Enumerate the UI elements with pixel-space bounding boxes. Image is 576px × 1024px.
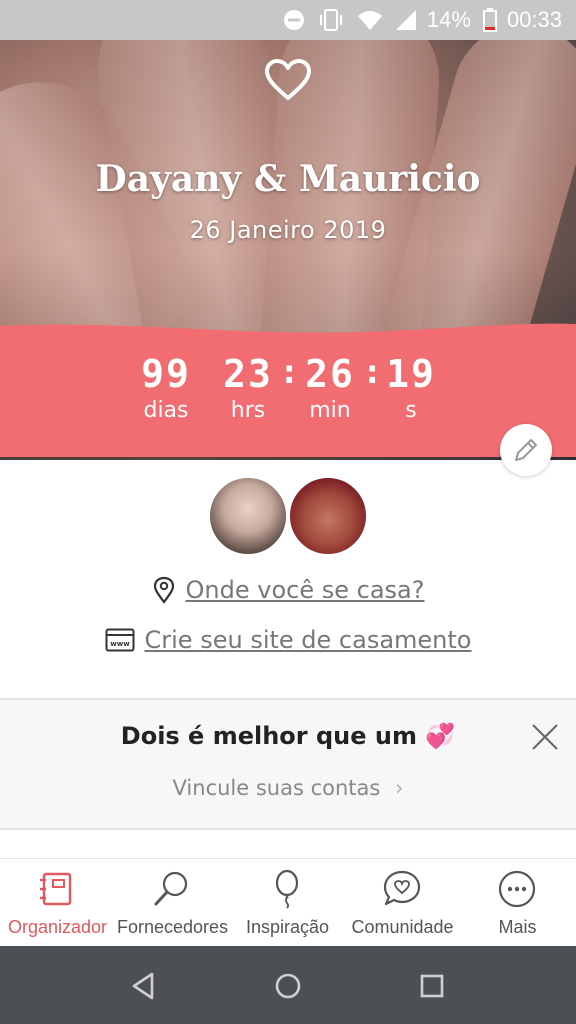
countdown-seconds: 19 s	[371, 352, 451, 423]
bride-avatar[interactable]	[208, 476, 288, 556]
link-accounts-card	[0, 700, 576, 830]
groom-avatar[interactable]	[288, 476, 368, 556]
chat-heart-icon	[383, 870, 421, 906]
days-value: 99	[141, 352, 191, 396]
nav-label: Inspiração	[245, 917, 330, 937]
nav-label: Fornecedores	[116, 917, 229, 937]
website-link-text[interactable]: Crie seu site de casamento	[145, 626, 472, 654]
edit-button[interactable]	[500, 424, 552, 476]
link-accounts-label[interactable]: Vincule suas contas	[173, 776, 381, 800]
nav-inspiracao[interactable]: Inspiração	[230, 859, 345, 947]
nav-organizador[interactable]: Organizador	[0, 859, 115, 947]
nav-fornecedores[interactable]: Fornecedores	[115, 859, 230, 947]
cell-signal-icon	[395, 9, 417, 31]
planner-icon	[40, 872, 72, 906]
venue-link[interactable]: Onde você se casa?	[0, 576, 576, 604]
couple-names: Dayany & Mauricio	[95, 158, 481, 200]
nav-label: Mais	[498, 917, 537, 937]
more-icon	[498, 870, 536, 908]
nav-comunidade[interactable]: Comunidade	[345, 859, 460, 947]
website-link[interactable]: www Crie seu site de casamento	[0, 626, 576, 654]
countdown-days: 99 dias	[126, 352, 206, 423]
wedding-date: 26 Janeiro 2019	[189, 216, 387, 244]
countdown-hours: 23 hrs	[208, 352, 288, 423]
search-icon	[154, 871, 188, 906]
bottom-navigation: Organizador Fornecedores Inspiração Comu…	[0, 858, 576, 946]
venue-link-text[interactable]: Onde você se casa?	[186, 576, 425, 604]
pencil-icon	[515, 439, 537, 461]
back-icon[interactable]	[126, 968, 162, 1004]
chevron-right-icon: ›	[395, 776, 404, 800]
wifi-icon	[357, 9, 383, 31]
balloon-icon	[275, 869, 299, 909]
do-not-disturb-icon	[283, 9, 305, 31]
days-label: dias	[143, 398, 189, 423]
location-pin-icon	[153, 576, 174, 604]
clock: 00:33	[506, 7, 562, 32]
svg-text:www: www	[110, 640, 130, 648]
seconds-label: s	[405, 398, 417, 423]
website-icon: www	[105, 628, 135, 652]
seconds-value: 19	[386, 352, 436, 396]
link-accounts-button[interactable]: Vincule suas contas ›	[0, 776, 576, 800]
home-icon[interactable]	[270, 968, 306, 1004]
nav-label: Organizador	[7, 917, 108, 937]
minutes-label: min	[309, 398, 351, 423]
vibrate-icon	[317, 8, 345, 32]
hours-label: hrs	[230, 398, 266, 423]
heart-icon	[265, 59, 311, 100]
promo-title: Dois é melhor que um 💞	[120, 722, 456, 750]
battery-percentage: 14%	[426, 7, 471, 32]
nav-mais[interactable]: Mais	[460, 859, 575, 947]
minutes-value: 26	[305, 352, 355, 396]
system-navigation-bar	[0, 946, 576, 1024]
hours-value: 23	[223, 352, 273, 396]
status-bar: 14% 00:33	[0, 0, 576, 40]
battery-low-icon	[482, 8, 497, 32]
recent-apps-icon[interactable]	[414, 968, 450, 1004]
nav-label: Comunidade	[351, 917, 454, 937]
divider	[0, 828, 576, 830]
close-icon[interactable]	[528, 720, 562, 754]
countdown-minutes: 26 min	[290, 352, 370, 423]
